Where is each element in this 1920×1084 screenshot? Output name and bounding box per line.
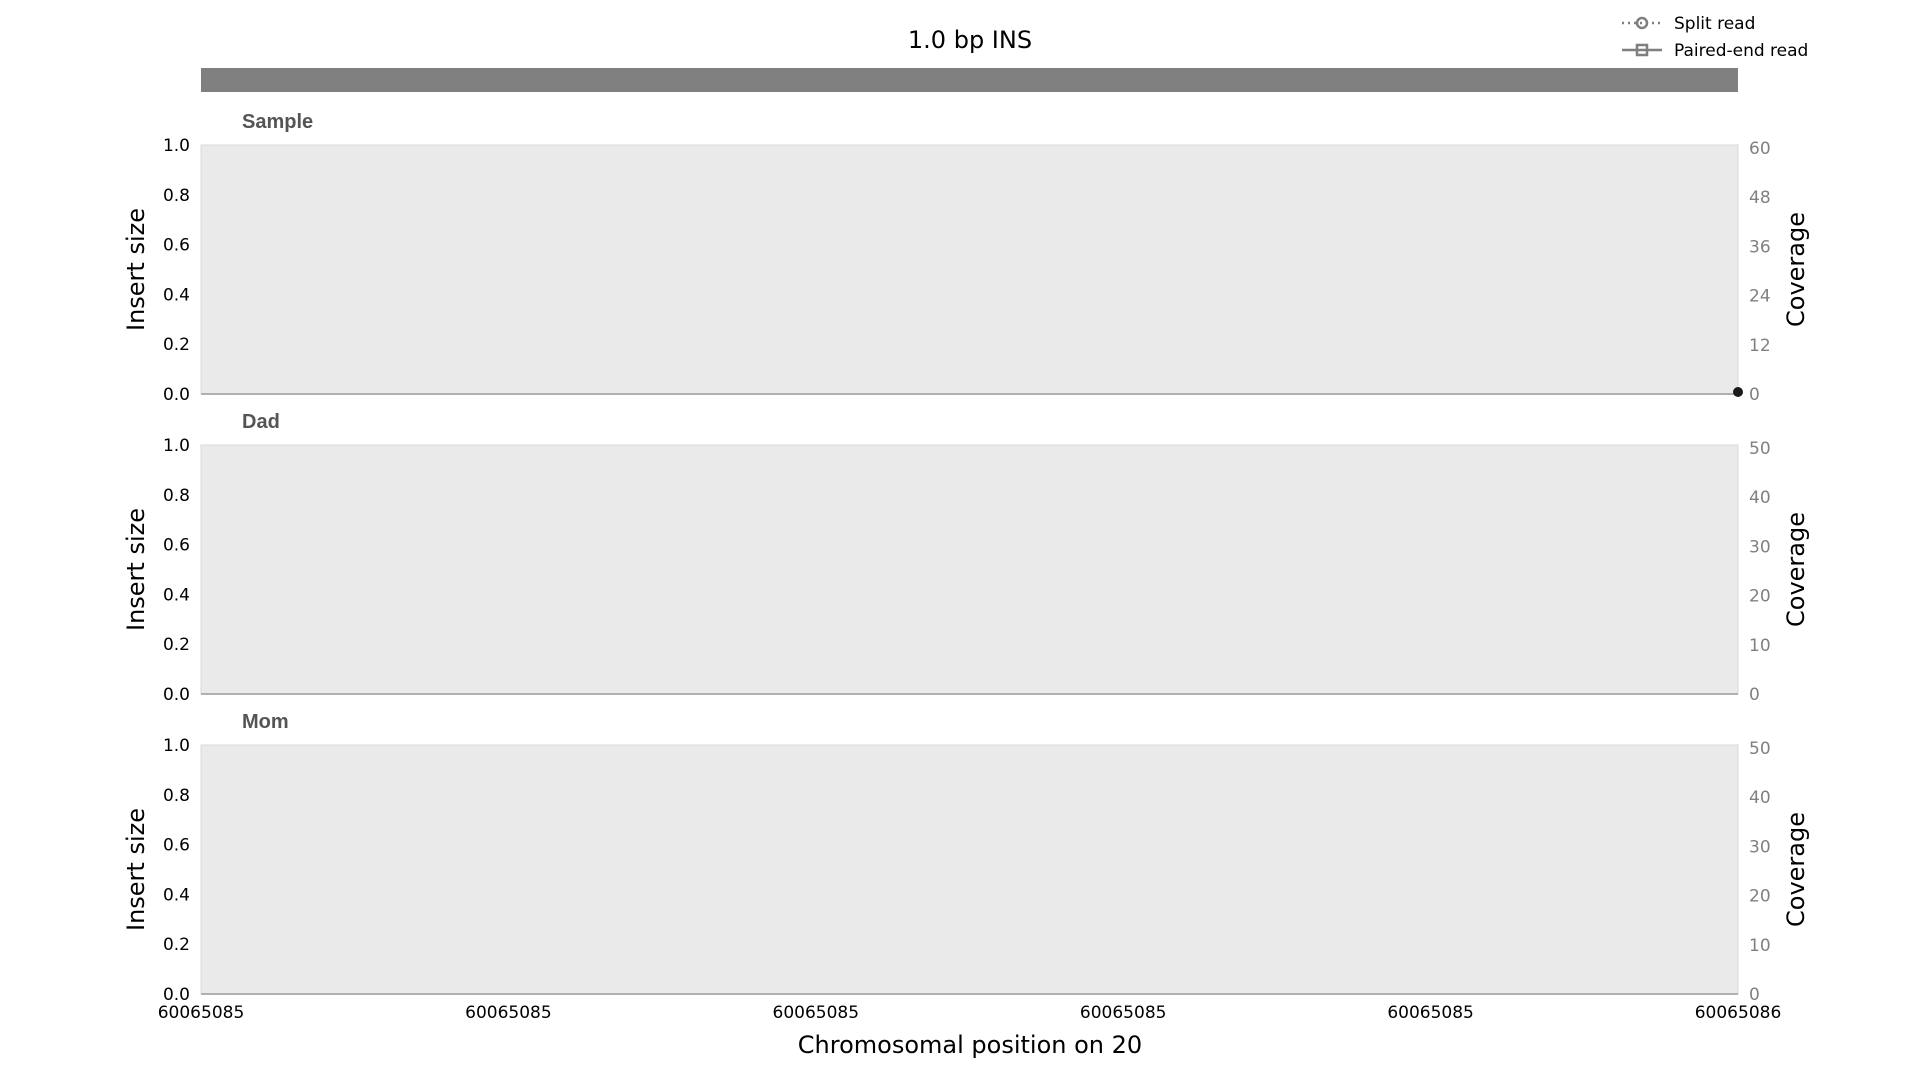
left-tick-label: 0.8 <box>163 786 190 806</box>
left-tick-label: 0.4 <box>163 885 190 905</box>
x-axis-label: Chromosomal position on 20 <box>798 1031 1142 1059</box>
left-axis-label: Insert size <box>122 808 150 931</box>
left-tick-label: 0.2 <box>163 635 190 655</box>
legend-label-0: Split read <box>1674 14 1755 34</box>
x-tick-label: 60065085 <box>1387 1003 1474 1023</box>
left-tick-label: 0.8 <box>163 186 190 206</box>
right-tick-label: 36 <box>1749 237 1771 257</box>
variant-bar <box>201 68 1738 92</box>
x-tick-label: 60065085 <box>158 1003 245 1023</box>
left-tick-label: 0.6 <box>163 536 190 556</box>
panel-background <box>200 744 1739 995</box>
right-tick-label: 10 <box>1749 636 1771 656</box>
chart-svg: 1.0 bp INS Split read Paired-end read Sam… <box>122 14 1810 1059</box>
right-tick-label: 60 <box>1749 139 1771 159</box>
right-axis-label: Coverage <box>1782 812 1810 927</box>
right-tick-label: 30 <box>1749 537 1771 557</box>
right-tick-label: 50 <box>1749 739 1771 759</box>
right-axis-label: Coverage <box>1782 212 1810 327</box>
left-tick-label: 1.0 <box>163 136 190 156</box>
panel-title: Sample <box>242 111 313 133</box>
x-tick-label: 60065085 <box>465 1003 552 1023</box>
legend: Split read Paired-end read <box>1622 14 1808 61</box>
right-tick-label: 48 <box>1749 188 1771 208</box>
panels: Sample 0.0 0.2 0.4 0.6 0.8 1.0 0 12 24 36 48 60 Inser… <box>122 111 1810 1005</box>
left-tick-label: 0.0 <box>163 385 190 405</box>
right-tick-label: 40 <box>1749 788 1771 808</box>
legend-label-1: Paired-end read <box>1674 41 1808 61</box>
x-tick-label: 60065085 <box>1080 1003 1167 1023</box>
data-point <box>1733 387 1743 397</box>
left-tick-label: 0.6 <box>163 836 190 856</box>
right-tick-label: 50 <box>1749 439 1771 459</box>
left-tick-label: 0.4 <box>163 285 190 305</box>
x-tick-label: 60065086 <box>1695 1003 1782 1023</box>
panel-background <box>200 144 1739 395</box>
left-axis-label: Insert size <box>122 508 150 631</box>
left-tick-label: 1.0 <box>163 436 190 456</box>
panel-dad: Dad 0.0 0.2 0.4 0.6 0.8 1.0 0 10 20 30 40 50 Insert s… <box>122 411 1810 705</box>
left-tick-label: 0.0 <box>163 685 190 705</box>
left-tick-label: 0.6 <box>163 236 190 256</box>
panel-background <box>200 444 1739 695</box>
panel-sample: Sample 0.0 0.2 0.4 0.6 0.8 1.0 0 12 24 36 48 60 Inser… <box>122 111 1810 405</box>
x-tick-label: 60065085 <box>773 1003 860 1023</box>
right-tick-label: 0 <box>1749 385 1760 405</box>
right-tick-label: 20 <box>1749 587 1771 607</box>
right-tick-label: 40 <box>1749 488 1771 508</box>
left-tick-label: 0.2 <box>163 335 190 355</box>
right-tick-label: 10 <box>1749 936 1771 956</box>
panel-title: Mom <box>242 711 289 733</box>
chart-title: 1.0 bp INS <box>908 26 1032 54</box>
left-tick-label: 1.0 <box>163 736 190 756</box>
right-tick-label: 24 <box>1749 287 1771 307</box>
panel-title: Dad <box>242 411 280 433</box>
right-tick-label: 0 <box>1749 685 1760 705</box>
left-tick-label: 0.0 <box>163 985 190 1005</box>
right-tick-label: 30 <box>1749 837 1771 857</box>
figure: 1.0 bp INS Split read Paired-end read Sam… <box>0 0 1920 1080</box>
left-tick-label: 0.4 <box>163 585 190 605</box>
right-tick-label: 0 <box>1749 985 1760 1005</box>
left-axis-label: Insert size <box>122 208 150 331</box>
left-tick-label: 0.2 <box>163 935 190 955</box>
right-tick-label: 12 <box>1749 336 1771 356</box>
right-axis-label: Coverage <box>1782 512 1810 627</box>
left-tick-label: 0.8 <box>163 486 190 506</box>
panel-mom: Mom 0.0 0.2 0.4 0.6 0.8 1.0 0 10 20 30 40 50 Insert s… <box>122 711 1810 1005</box>
right-tick-label: 20 <box>1749 887 1771 907</box>
x-axis-ticks: 60065085 60065085 60065085 60065085 60065085… <box>158 1003 1782 1023</box>
